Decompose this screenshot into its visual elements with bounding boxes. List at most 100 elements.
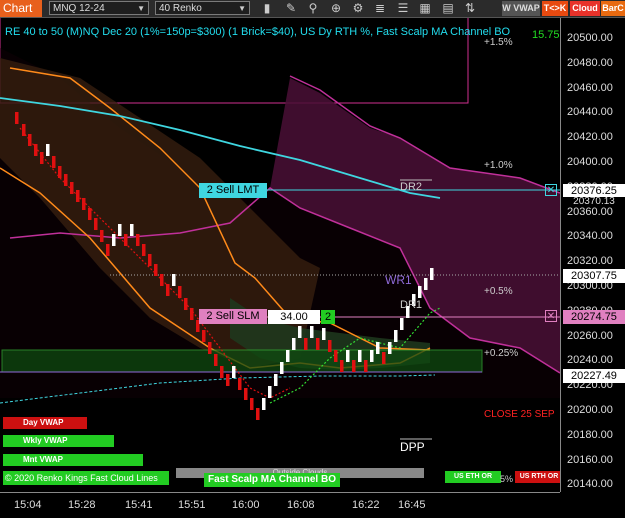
weekly-vwap-button[interactable]: W VWAP bbox=[502, 1, 540, 16]
renko-brick bbox=[376, 342, 380, 354]
sell-slm-price-tag: 20274.75 bbox=[563, 310, 625, 324]
renko-brick bbox=[88, 208, 92, 220]
magnifier-icon[interactable]: ⚲ bbox=[305, 0, 321, 17]
renko-brick bbox=[274, 374, 278, 386]
price-tick-label: 20440.00 bbox=[567, 106, 613, 119]
green-zone-box bbox=[1, 349, 483, 373]
renko-brick bbox=[286, 350, 290, 362]
renko-brick bbox=[322, 328, 326, 340]
instrument-selector[interactable]: MNQ 12-24 ▼ bbox=[49, 1, 149, 15]
renko-brick bbox=[148, 254, 152, 266]
time-tick-label: 15:04 bbox=[14, 499, 42, 511]
properties-icon[interactable]: ⚙ bbox=[350, 0, 366, 17]
grid-icon[interactable]: ▤ bbox=[440, 0, 456, 17]
close-date-label: CLOSE 25 SEP bbox=[484, 409, 555, 420]
wr1-label: WR1 bbox=[385, 273, 412, 287]
monthly-vwap-button[interactable]: Mnt VWAP bbox=[3, 454, 143, 466]
renko-brick bbox=[82, 198, 86, 210]
renko-brick bbox=[130, 224, 134, 236]
zoom-in-icon[interactable]: ⊕ bbox=[328, 0, 344, 17]
chevron-down-icon: ▼ bbox=[137, 4, 145, 13]
price-tick-label: 20140.00 bbox=[567, 478, 613, 491]
renko-brick bbox=[364, 360, 368, 372]
renko-brick bbox=[22, 124, 26, 136]
pct-label-1-5: +1.5% bbox=[484, 37, 513, 48]
weekly-vwap-button[interactable]: Wkly VWAP bbox=[3, 435, 114, 447]
renko-brick bbox=[388, 342, 392, 354]
price-tick-label: 20400.00 bbox=[567, 156, 613, 168]
renko-brick bbox=[112, 234, 116, 246]
renko-brick bbox=[166, 284, 170, 296]
chart-plot-area[interactable]: RE 40 to 50 (M)NQ Dec 20 (1%=150p=$300) … bbox=[0, 18, 560, 492]
dr1-label: DR1 bbox=[400, 299, 423, 311]
renko-brick bbox=[178, 286, 182, 298]
renko-brick bbox=[262, 398, 266, 410]
time-tick-label: 16:08 bbox=[287, 499, 315, 511]
dr2-label: DR2 bbox=[400, 181, 423, 193]
renko-brick bbox=[46, 144, 50, 156]
fast-scalp-button[interactable]: Fast Scalp MA Channel BO bbox=[204, 473, 340, 487]
renko-brick bbox=[184, 298, 188, 310]
renko-brick bbox=[352, 360, 356, 372]
renko-brick bbox=[280, 362, 284, 374]
us-eth-or-button[interactable]: US ETH OR bbox=[445, 471, 501, 483]
price-tick-label: 20240.00 bbox=[567, 354, 613, 367]
price-tick-label: 20160.00 bbox=[567, 453, 613, 466]
sell-slm-order-tag[interactable]: 2 Sell SLM bbox=[199, 309, 267, 324]
renko-brick bbox=[52, 156, 56, 168]
tile-icon[interactable]: ▦ bbox=[417, 0, 433, 17]
time-axis[interactable]: 15:04 15:28 15:41 15:51 16:00 16:08 16:22 16:45 bbox=[0, 492, 560, 518]
price-tick-label: 20460.00 bbox=[567, 81, 613, 94]
renko-brick bbox=[94, 218, 98, 230]
day-vwap-button[interactable]: Day VWAP bbox=[3, 417, 87, 429]
price-tick-label: 20500.00 bbox=[567, 32, 613, 44]
price-tick-label: 20340.00 bbox=[567, 230, 613, 243]
list-icon[interactable]: ☰ bbox=[395, 0, 411, 17]
chart-trader-icon[interactable]: ⇅ bbox=[462, 0, 478, 17]
renko-brick bbox=[64, 174, 68, 186]
renko-brick bbox=[34, 144, 38, 156]
renko-brick bbox=[424, 278, 428, 290]
time-tick-label: 15:51 bbox=[178, 499, 206, 511]
renko-brick bbox=[190, 308, 194, 320]
renko-brick bbox=[214, 354, 218, 366]
renko-brick bbox=[298, 326, 302, 338]
tk-button[interactable]: T<>K bbox=[542, 1, 568, 16]
renko-brick bbox=[70, 182, 74, 194]
renko-brick bbox=[400, 318, 404, 330]
chart-menu-button[interactable]: Chart bbox=[0, 0, 42, 17]
renko-brick bbox=[40, 152, 44, 164]
close-icon[interactable]: ✕ bbox=[545, 310, 557, 322]
pencil-icon[interactable]: ✎ bbox=[283, 0, 299, 17]
renko-brick bbox=[292, 338, 296, 350]
bar-type-selector[interactable]: 40 Renko ▼ bbox=[155, 1, 250, 15]
stack-icon[interactable]: ≣ bbox=[372, 0, 388, 17]
renko-brick bbox=[232, 366, 236, 378]
slm-qty-badge[interactable]: 2 bbox=[321, 310, 335, 324]
renko-brick bbox=[154, 264, 158, 276]
renko-brick bbox=[394, 330, 398, 342]
renko-brick bbox=[28, 134, 32, 146]
last-price-tag: 20307.75 bbox=[563, 269, 625, 283]
chevron-down-icon: ▼ bbox=[238, 4, 246, 13]
price-tick-label: 20260.00 bbox=[567, 329, 613, 342]
renko-brick bbox=[310, 326, 314, 338]
renko-brick bbox=[226, 374, 230, 386]
slm-price-input[interactable]: 34.00 bbox=[268, 310, 320, 324]
renko-brick bbox=[346, 350, 350, 362]
sell-lmt-order-tag[interactable]: 2 Sell LMT bbox=[199, 183, 267, 198]
us-rth-or-button[interactable]: US RTH OR bbox=[515, 471, 560, 483]
renko-brick bbox=[334, 350, 338, 362]
renko-brick bbox=[256, 408, 260, 420]
renko-brick bbox=[160, 274, 164, 286]
cloud-button[interactable]: Cloud bbox=[570, 1, 600, 16]
bar-chart-icon[interactable]: ▮ bbox=[259, 0, 275, 17]
time-tick-label: 15:28 bbox=[68, 499, 96, 511]
green-level-price-tag: 20227.49 bbox=[563, 369, 625, 383]
renko-brick bbox=[106, 244, 110, 256]
price-axis[interactable]: 20500.00 20480.00 20460.00 20440.00 20420.00… bbox=[560, 18, 625, 492]
renko-brick bbox=[142, 244, 146, 256]
barc-button[interactable]: BarC bbox=[601, 1, 625, 16]
time-tick-label: 16:45 bbox=[398, 499, 426, 511]
close-icon[interactable]: ✕ bbox=[545, 184, 557, 196]
